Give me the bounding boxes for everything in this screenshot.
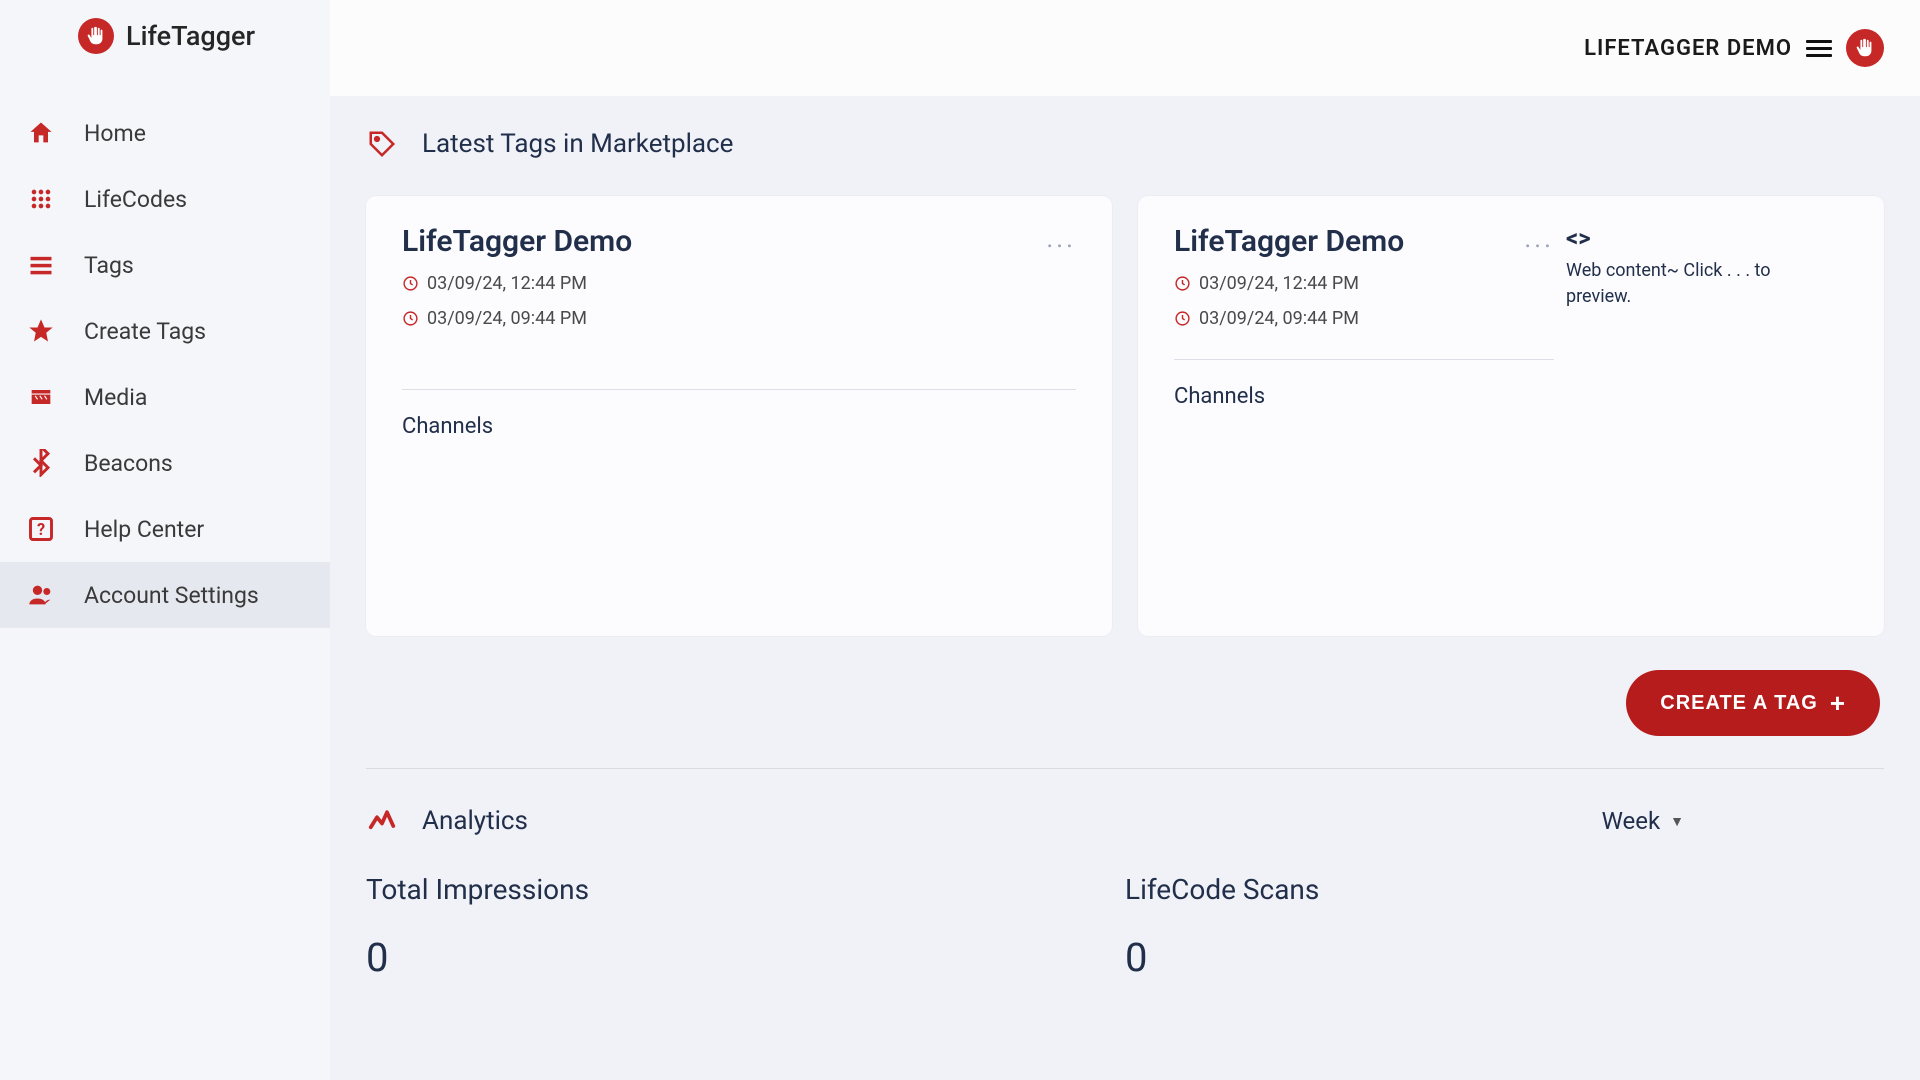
timestamp-row: 03/09/24, 09:44 PM xyxy=(402,308,1076,329)
svg-text:?: ? xyxy=(37,520,45,539)
tag-card-title: LifeTagger Demo xyxy=(1174,224,1404,259)
metric-total-impressions: Total Impressions 0 xyxy=(366,873,1125,981)
analytics-icon xyxy=(366,805,398,837)
home-icon xyxy=(26,118,56,148)
preview-column: < > Web content~ Click . . . to preview. xyxy=(1554,224,1834,608)
create-tag-label: CREATE A TAG xyxy=(1660,692,1818,715)
app-name: LifeTagger xyxy=(126,20,255,52)
hand-icon xyxy=(78,18,114,54)
sidebar-item-help-center[interactable]: ? Help Center xyxy=(0,496,330,562)
timestamp: 03/09/24, 12:44 PM xyxy=(427,273,587,294)
timestamp: 03/09/24, 12:44 PM xyxy=(1199,273,1359,294)
latest-tags-header: Latest Tags in Marketplace xyxy=(366,128,1884,160)
clock-icon xyxy=(1174,310,1191,327)
sidebar-item-label: LifeCodes xyxy=(84,186,187,213)
app-logo[interactable]: LifeTagger xyxy=(0,0,330,72)
plus-icon: + xyxy=(1830,690,1846,716)
card-more-icon[interactable]: ... xyxy=(1524,226,1554,258)
channels-label: Channels xyxy=(402,414,1076,439)
sidebar-item-label: Help Center xyxy=(84,516,204,543)
clapboard-icon xyxy=(26,382,56,412)
analytics-header: Analytics Week ▼ xyxy=(366,805,1884,837)
sidebar-item-label: Create Tags xyxy=(84,318,206,345)
sidebar-item-create-tags[interactable]: Create Tags xyxy=(0,298,330,364)
chevron-down-icon: ▼ xyxy=(1670,813,1684,830)
tag-icon xyxy=(366,128,398,160)
metrics-row: Total Impressions 0 LifeCode Scans 0 xyxy=(366,873,1884,981)
bluetooth-icon xyxy=(26,448,56,478)
metric-value: 0 xyxy=(1125,934,1884,981)
sidebar-nav: Home LifeCodes Tags Create Tags Media Be… xyxy=(0,72,330,628)
menu-lines-icon xyxy=(26,250,56,280)
card-more-icon[interactable]: ... xyxy=(1046,226,1076,258)
preview-text: Web content~ Click . . . to preview. xyxy=(1566,258,1834,310)
timestamp-row: 03/09/24, 09:44 PM xyxy=(1174,308,1554,329)
main: LIFETAGGER DEMO Latest Tags in Marketpla… xyxy=(330,0,1920,1080)
metric-label: LifeCode Scans xyxy=(1125,873,1884,906)
channels-label: Channels xyxy=(1174,384,1554,409)
sidebar-item-home[interactable]: Home xyxy=(0,100,330,166)
sidebar-item-label: Beacons xyxy=(84,450,173,477)
timestamp-row: 03/09/24, 12:44 PM xyxy=(1174,273,1554,294)
topbar: LIFETAGGER DEMO xyxy=(330,0,1920,96)
sidebar-item-beacons[interactable]: Beacons xyxy=(0,430,330,496)
timestamp: 03/09/24, 09:44 PM xyxy=(427,308,587,329)
timestamp: 03/09/24, 09:44 PM xyxy=(1199,308,1359,329)
clock-icon xyxy=(402,310,419,327)
create-tag-row: CREATE A TAG + xyxy=(366,636,1884,768)
sidebar-item-label: Media xyxy=(84,384,147,411)
clock-icon xyxy=(402,275,419,292)
tag-cards: LifeTagger Demo ... 03/09/24, 12:44 PM 0… xyxy=(366,196,1884,636)
sidebar-item-lifecodes[interactable]: LifeCodes xyxy=(0,166,330,232)
grid-dots-icon xyxy=(26,184,56,214)
analytics-title: Analytics xyxy=(422,806,528,836)
divider xyxy=(366,768,1884,769)
create-tag-button[interactable]: CREATE A TAG + xyxy=(1626,670,1880,736)
star-icon xyxy=(26,316,56,346)
latest-tags-title: Latest Tags in Marketplace xyxy=(422,129,733,159)
sidebar: LifeTagger Home LifeCodes Tags Create Ta… xyxy=(0,0,330,1080)
sidebar-item-label: Home xyxy=(84,120,146,147)
help-icon: ? xyxy=(26,514,56,544)
metric-label: Total Impressions xyxy=(366,873,1125,906)
hamburger-menu-icon[interactable] xyxy=(1806,40,1832,57)
clock-icon xyxy=(1174,275,1191,292)
tag-card-title: LifeTagger Demo xyxy=(402,224,632,259)
range-selector[interactable]: Week ▼ xyxy=(1602,807,1884,835)
sidebar-item-media[interactable]: Media xyxy=(0,364,330,430)
people-icon xyxy=(26,580,56,610)
range-label: Week xyxy=(1602,807,1661,835)
sidebar-item-tags[interactable]: Tags xyxy=(0,232,330,298)
metric-lifecode-scans: LifeCode Scans 0 xyxy=(1125,873,1884,981)
topbar-user-name: LIFETAGGER DEMO xyxy=(1584,36,1792,61)
sidebar-item-label: Tags xyxy=(84,252,134,279)
avatar[interactable] xyxy=(1846,29,1884,67)
tag-card: LifeTagger Demo ... 03/09/24, 12:44 PM 0… xyxy=(1138,196,1884,636)
sidebar-item-account-settings[interactable]: Account Settings xyxy=(0,562,330,628)
sidebar-item-label: Account Settings xyxy=(84,582,259,609)
code-icon: < > xyxy=(1566,224,1834,252)
timestamp-row: 03/09/24, 12:44 PM xyxy=(402,273,1076,294)
divider xyxy=(402,389,1076,390)
tag-card: LifeTagger Demo ... 03/09/24, 12:44 PM 0… xyxy=(366,196,1112,636)
divider xyxy=(1174,359,1554,360)
metric-value: 0 xyxy=(366,934,1125,981)
content: Latest Tags in Marketplace LifeTagger De… xyxy=(330,96,1920,1080)
